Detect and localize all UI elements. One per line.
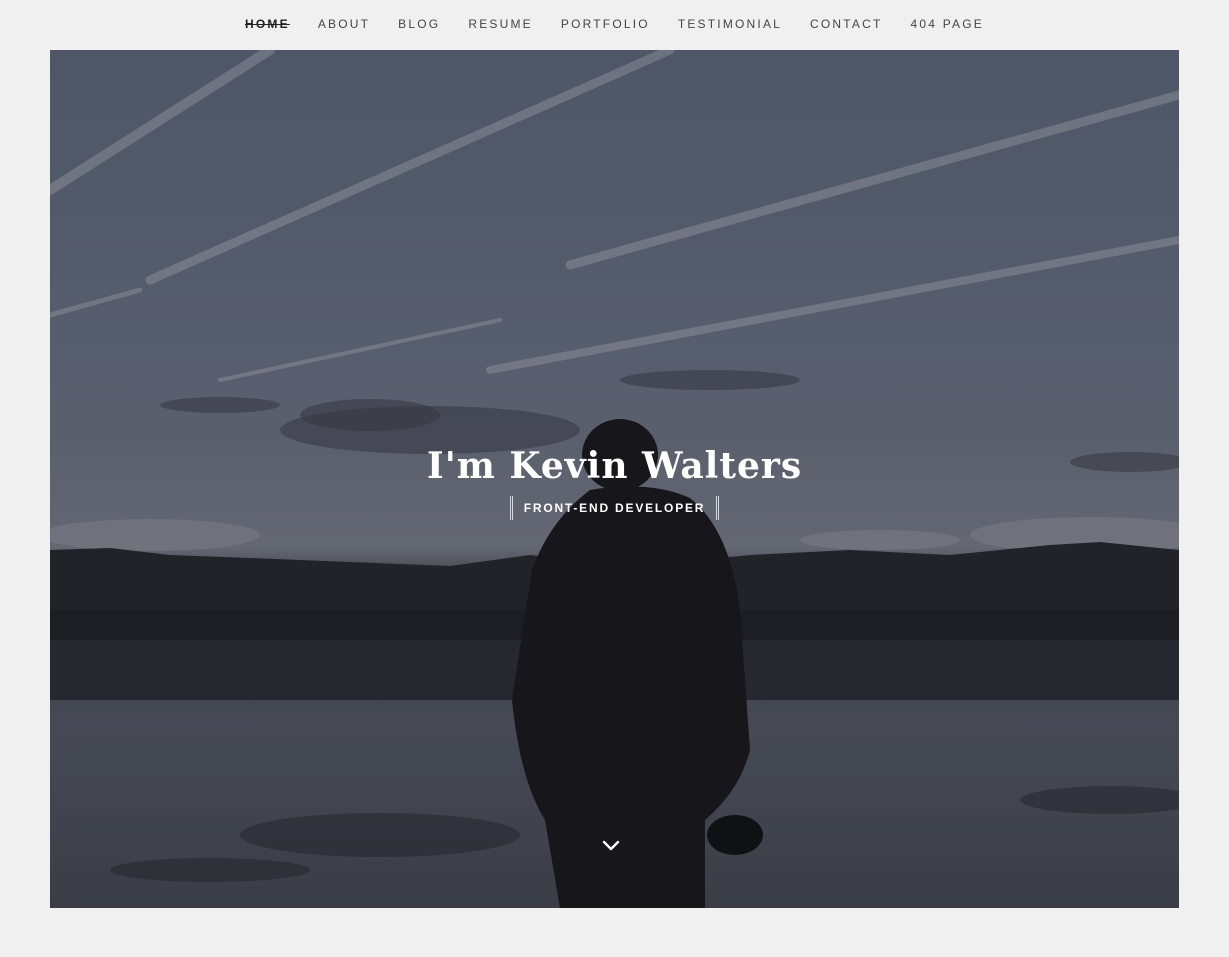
chevron-down-icon [602,840,620,851]
nav-item-404-page[interactable]: 404 PAGE [897,0,998,48]
nav-item-resume[interactable]: RESUME [454,0,547,48]
nav-item-contact[interactable]: CONTACT [796,0,897,48]
hero-subtitle: FRONT-END DEVELOPER [509,496,720,520]
hero-section: I'm Kevin Walters FRONT-END DEVELOPER [50,50,1179,908]
hero-title: I'm Kevin Walters [426,445,803,487]
main-nav: HOME ABOUT BLOG RESUME PORTFOLIO TESTIMO… [0,0,1229,48]
nav-item-portfolio[interactable]: PORTFOLIO [547,0,664,48]
scroll-down-button[interactable] [602,840,626,864]
nav-item-home[interactable]: HOME [231,0,304,48]
nav-item-about[interactable]: ABOUT [304,0,384,48]
hero-subtitle-wrap: FRONT-END DEVELOPER [50,496,1179,520]
nav-list: HOME ABOUT BLOG RESUME PORTFOLIO TESTIMO… [231,0,998,48]
nav-item-testimonial[interactable]: TESTIMONIAL [664,0,796,48]
nav-item-blog[interactable]: BLOG [384,0,454,48]
